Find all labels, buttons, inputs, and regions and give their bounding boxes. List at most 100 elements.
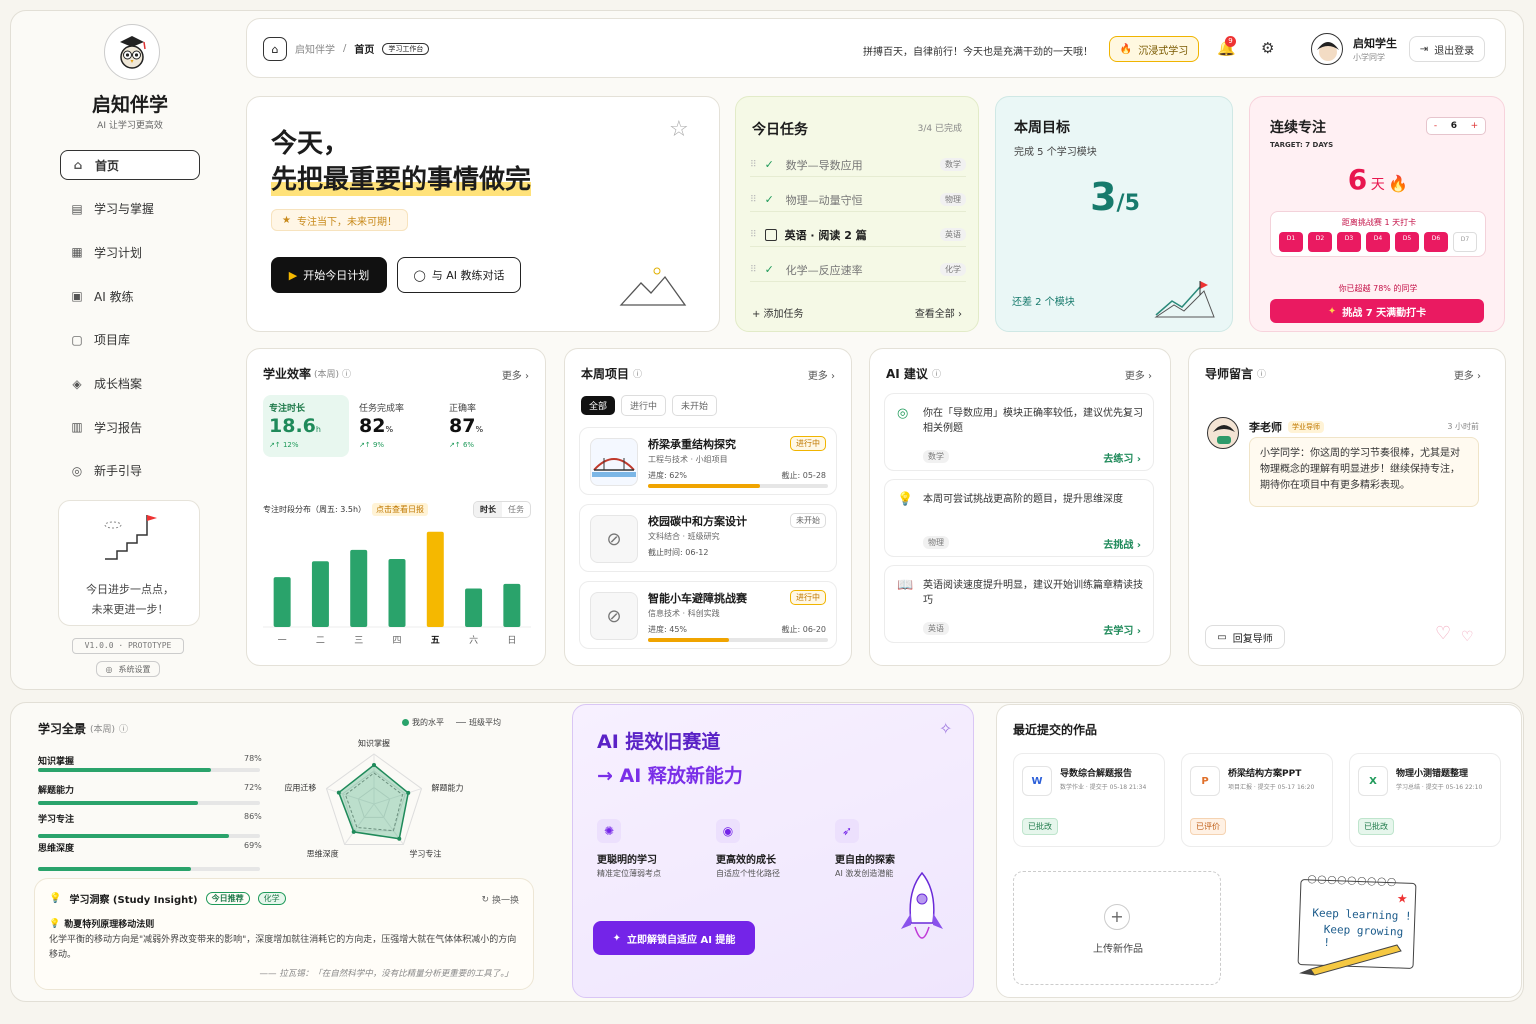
bulb-small-icon: 💡: [49, 918, 61, 929]
efficiency-more-link[interactable]: 更多 ›: [502, 367, 529, 382]
sidebar-item-7[interactable]: ◎ 新手引导: [60, 456, 200, 486]
toggle-duration[interactable]: 时长: [474, 502, 502, 517]
skill-label: 学习专注: [38, 815, 75, 825]
logout-button[interactable]: ⇥ 退出登录: [1409, 36, 1485, 62]
ai-action-link[interactable]: 去学习 ›: [1103, 622, 1141, 637]
play-icon: ▶: [288, 268, 298, 282]
stat-value: 82: [359, 415, 386, 437]
radar-label: 思维深度: [307, 848, 339, 858]
ai-suggestion-text: 本周可尝试挑战更高阶的题目，提升思维深度: [923, 494, 1123, 505]
project-item[interactable]: 桥梁承重结构探究 工程与技术 · 小组项目 进行中 进度: 62% 截止: 05-28: [579, 427, 837, 495]
filter-pending[interactable]: 未开始: [672, 395, 718, 416]
mentor-name: 李老师: [1249, 421, 1282, 434]
check-icon[interactable]: ✓: [765, 158, 778, 171]
upload-work-button[interactable]: + 上传新作品: [1013, 871, 1221, 985]
settings-icon[interactable]: ⚙: [1261, 39, 1274, 57]
drag-handle-icon[interactable]: ⠿: [750, 265, 757, 275]
project-placeholder-icon: ⊘: [590, 515, 638, 563]
bar-二[interactable]: [311, 561, 329, 627]
bar-三[interactable]: [350, 549, 368, 627]
check-icon[interactable]: ✓: [765, 263, 778, 276]
favorite-star-icon[interactable]: ☆: [669, 117, 689, 142]
reply-mentor-button[interactable]: ▭ 回复导师: [1205, 625, 1285, 649]
sidebar-item-5[interactable]: ◈ 成长档案: [60, 369, 200, 399]
ai-title: AI 建议: [886, 367, 928, 381]
chart-toggle[interactable]: 时长 任务: [473, 501, 531, 518]
file-type-icon: P: [1190, 766, 1220, 796]
project-item[interactable]: ⊘ 智能小车避障挑战赛 信息技术 · 科创实践 进行中 进度: 45% 截止: 06-20: [579, 581, 837, 649]
breadcrumb-root[interactable]: 启知伴学: [295, 41, 335, 56]
x-tick-label: 一: [278, 636, 287, 646]
promo-feature-title: 更自由的探索: [835, 855, 895, 866]
ai-suggestion-item[interactable]: 📖 英语阅读速度提升明显，建议开始训练篇章精读技巧 英语 去学习 ›: [884, 565, 1154, 643]
task-item[interactable]: ⠿ 英语 · 阅读 2 篇 英语: [750, 223, 966, 247]
pencil-icon: [1299, 944, 1402, 976]
ai-suggestion-item[interactable]: ◎ 你在「导数应用」模块正确率较低，建议优先复习相关例题 数学 去练习 ›: [884, 393, 1154, 471]
stat-value: 18.6: [269, 415, 316, 437]
radar-legend: 我的水平 班级平均: [402, 717, 501, 728]
ai-action-link[interactable]: 去挑战 ›: [1103, 536, 1141, 551]
mentor-more-link[interactable]: 更多 ›: [1454, 367, 1481, 382]
home-icon[interactable]: ⌂: [263, 37, 287, 61]
streak-minus-button[interactable]: -: [1434, 121, 1437, 131]
sidebar-item-3[interactable]: ▣ AI 教练: [60, 281, 200, 311]
heart-icon[interactable]: ♡: [1435, 623, 1451, 644]
motto-card: 今日进步一点点， 未来更进一步！: [58, 500, 200, 626]
daily-report-hint[interactable]: 点击查看日报: [372, 503, 429, 516]
bar-一[interactable]: [273, 577, 291, 627]
bell-icon[interactable]: 🔔 9: [1217, 36, 1236, 57]
avatar[interactable]: [1311, 33, 1343, 65]
task-item[interactable]: ⠿ ✓ 化学—反应速率 化学: [750, 258, 966, 282]
bar-五[interactable]: [426, 531, 444, 627]
task-item[interactable]: ⠿ ✓ 数学—导数应用 数学: [750, 153, 966, 177]
hero-line2: 先把最重要的事情做完: [271, 159, 532, 196]
file-type-icon: W: [1022, 766, 1052, 796]
drag-handle-icon[interactable]: ⠿: [750, 160, 757, 170]
mountain-icon: [619, 267, 687, 306]
settings-button[interactable]: ◎ 系统设置: [96, 661, 160, 677]
filter-active[interactable]: 进行中: [621, 395, 667, 416]
ai-more-link[interactable]: 更多 ›: [1125, 367, 1152, 382]
works-card: 最近提交的作品 W 导数综合解题报告 数学作业 · 提交于 05-18 21:34 已…: [996, 704, 1522, 998]
overview-title: 学习全景: [38, 722, 87, 736]
streak-stepper[interactable]: -6 +: [1426, 117, 1486, 135]
drag-handle-icon[interactable]: ⠿: [750, 195, 757, 205]
bar-六[interactable]: [465, 588, 483, 627]
projects-more-link[interactable]: 更多 ›: [808, 367, 835, 382]
skill-bar: [38, 867, 260, 871]
project-item[interactable]: ⊘ 校园碳中和方案设计 文科结合 · 班级研究 未开始 截止时间: 06-12: [579, 504, 837, 572]
ai-suggestion-item[interactable]: 💡 本周可尝试挑战更高阶的题目，提升思维深度 物理 去挑战 ›: [884, 479, 1154, 557]
drag-handle-icon[interactable]: ⠿: [750, 230, 757, 240]
challenge-button[interactable]: ✦ 挑战 7 天满勤打卡: [1270, 299, 1484, 323]
filter-all[interactable]: 全部: [581, 396, 616, 415]
streak-plus-button[interactable]: +: [1471, 121, 1479, 131]
sidebar-item-0[interactable]: ⌂ 首页: [60, 150, 200, 180]
ai-action-link[interactable]: 去练习 ›: [1103, 450, 1141, 465]
work-item[interactable]: X 物理小测错题整理 学习总结 · 提交于 05-16 22:10 已批改: [1349, 753, 1501, 847]
view-all-tasks-link[interactable]: 查看全部 ›: [915, 305, 962, 320]
sidebar-item-4[interactable]: ▢ 项目库: [60, 325, 200, 355]
work-item[interactable]: W 导数综合解题报告 数学作业 · 提交于 05-18 21:34 已批改: [1013, 753, 1165, 847]
skill-value: 72%: [244, 783, 262, 792]
sidebar-item-2[interactable]: ▦ 学习计划: [60, 237, 200, 267]
toggle-tasks[interactable]: 任务: [502, 502, 530, 517]
logout-icon: ⇥: [1419, 43, 1429, 55]
sidebar-item-1[interactable]: ▤ 学习与掌握: [60, 194, 200, 224]
unlock-ai-button[interactable]: ✦ 立即解锁自适应 AI 提能: [593, 921, 755, 955]
bar-日[interactable]: [503, 583, 521, 627]
refresh-button[interactable]: ↻ 换一换: [481, 893, 519, 907]
task-item[interactable]: ⠿ ✓ 物理—动量守恒 物理: [750, 188, 966, 212]
immersive-button[interactable]: 🔥 沉浸式学习: [1109, 36, 1199, 62]
goal-title: 本周目标: [1014, 120, 1070, 136]
add-task-button[interactable]: + 添加任务: [752, 305, 804, 320]
ai-chat-button[interactable]: ◯ 与 AI 教练对话: [397, 257, 521, 293]
bar-四[interactable]: [388, 559, 406, 627]
work-item[interactable]: P 桥梁结构方案PPT 项目汇报 · 提交于 05-17 16:20 已评价: [1181, 753, 1333, 847]
streak-title: 连续专注: [1270, 120, 1326, 136]
start-plan-button[interactable]: ▶ 开始今日计划: [271, 257, 387, 293]
greeting-text: 拼搏百天，自律前行！今天也是充满干劲的一天哦！: [863, 47, 1093, 58]
work-status-badge: 已批改: [1022, 818, 1058, 835]
sidebar-item-6[interactable]: ▥ 学习报告: [60, 412, 200, 442]
check-icon[interactable]: ✓: [765, 193, 778, 206]
checkbox[interactable]: [764, 228, 777, 241]
